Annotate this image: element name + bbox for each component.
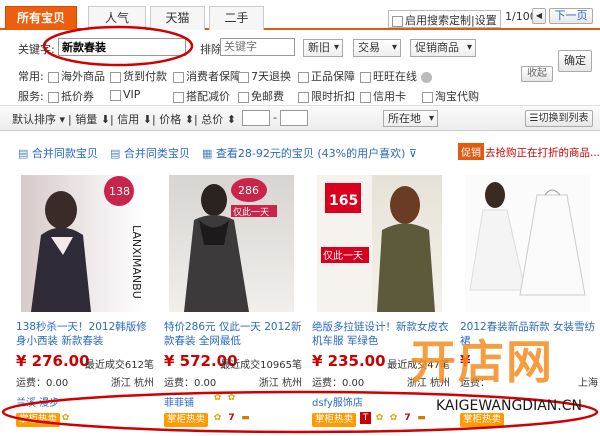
annotation-ellipse-keyword [42,25,194,67]
watermark-url: KAIGEWANGDIAN.CN [436,398,582,414]
watermark-logo: 开店网 [410,335,554,389]
